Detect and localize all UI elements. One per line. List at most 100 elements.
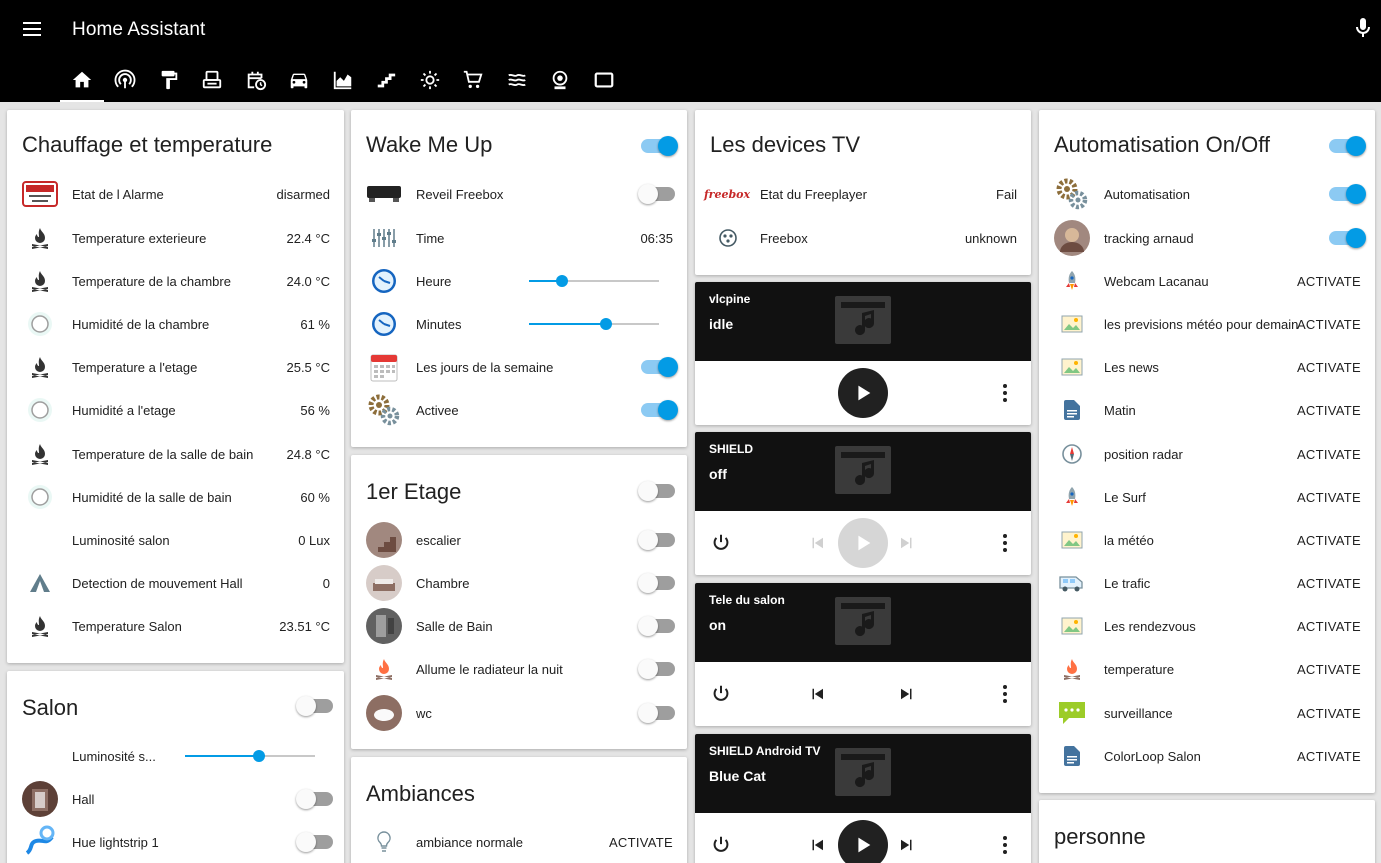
row-label: temperature [1104, 661, 1175, 677]
activate-button[interactable]: ACTIVATE [1297, 490, 1361, 505]
activate-button[interactable]: ACTIVATE [1297, 749, 1361, 764]
list-item[interactable]: freebox Etat du Freeplayer Fail [695, 174, 1031, 214]
switch-toggle[interactable] [638, 616, 675, 636]
activate-button[interactable]: ACTIVATE [1297, 533, 1361, 548]
brightness-slider[interactable] [185, 750, 315, 762]
switch-toggle[interactable] [641, 400, 678, 420]
more-options-icon[interactable] [993, 833, 1017, 857]
more-options-icon[interactable] [993, 531, 1017, 555]
list-item: Webcam Lacanau ACTIVATE [1039, 261, 1375, 301]
power-icon[interactable] [709, 833, 733, 857]
previous-track-icon[interactable] [805, 833, 829, 857]
power-icon[interactable] [709, 682, 733, 706]
printer-icon[interactable] [191, 58, 235, 102]
switch-toggle[interactable] [296, 832, 333, 852]
group-toggle[interactable] [296, 696, 333, 716]
list-item[interactable]: Humidité de la chambre 61 % [7, 304, 344, 344]
activate-button[interactable]: ACTIVATE [1297, 360, 1361, 375]
switch-toggle[interactable] [641, 357, 678, 377]
compass-icon [1054, 436, 1090, 472]
minutes-slider[interactable] [529, 318, 659, 330]
list-item[interactable]: Humidité de la salle de bain 60 % [7, 477, 344, 517]
card-title: Chauffage et temperature [22, 132, 273, 157]
activate-button[interactable]: ACTIVATE [1297, 274, 1361, 289]
tablet-icon[interactable] [582, 58, 626, 102]
switch-toggle[interactable] [1329, 184, 1366, 204]
menu-icon[interactable] [20, 18, 46, 42]
activate-button[interactable]: ACTIVATE [1297, 662, 1361, 677]
webcam-icon[interactable] [539, 58, 583, 102]
switch-toggle[interactable] [638, 573, 675, 593]
activate-button[interactable]: ACTIVATE [1297, 317, 1361, 332]
stairs-icon[interactable] [365, 58, 409, 102]
group-toggle[interactable] [641, 136, 678, 156]
row-label: ColorLoop Salon [1104, 748, 1201, 764]
list-item[interactable]: Etat de l Alarme disarmed [7, 174, 344, 214]
card-personne: personne [1039, 800, 1375, 863]
list-item[interactable]: Luminosité salon 0 Lux [7, 520, 344, 560]
view-tabs [60, 58, 626, 102]
list-item[interactable]: Temperature Salon 23.51 °C [7, 606, 344, 646]
list-item: Les jours de la semaine [351, 347, 687, 387]
hour-slider[interactable] [529, 275, 659, 287]
avatar [1054, 220, 1090, 256]
list-item: temperature ACTIVATE [1039, 649, 1375, 689]
calendar-clock-icon[interactable] [234, 58, 278, 102]
group-toggle[interactable] [638, 481, 675, 501]
row-value: 61 % [300, 316, 330, 332]
row-label: Time [416, 230, 445, 246]
play-button[interactable] [838, 368, 888, 418]
activate-button[interactable]: ACTIVATE [1297, 403, 1361, 418]
row-label: position radar [1104, 446, 1183, 462]
activate-button[interactable]: ACTIVATE [1297, 619, 1361, 634]
switch-toggle[interactable] [638, 530, 675, 550]
freebox-circle-icon [710, 220, 746, 256]
row-label: Humidité a l'etage [72, 402, 176, 418]
microphone-icon[interactable] [1351, 16, 1375, 44]
next-track-icon[interactable] [895, 682, 919, 706]
activate-button[interactable]: ACTIVATE [1297, 706, 1361, 721]
media-name: vlcpine [709, 292, 751, 306]
list-item[interactable]: Temperature exterieure 22.4 °C [7, 218, 344, 258]
next-track-icon[interactable] [895, 531, 919, 555]
list-item[interactable]: Temperature de la salle de bain 24.8 °C [7, 434, 344, 474]
movie-music-icon [835, 446, 891, 494]
paint-roller-icon[interactable] [147, 58, 191, 102]
switch-toggle[interactable] [638, 659, 675, 679]
previous-track-icon[interactable] [805, 682, 829, 706]
switch-toggle[interactable] [638, 184, 675, 204]
more-options-icon[interactable] [993, 682, 1017, 706]
car-icon[interactable] [278, 58, 322, 102]
card-salon: Salon Luminosité s... Hall Hue lightstri… [7, 671, 344, 863]
list-item: Automatisation [1039, 174, 1375, 214]
power-icon[interactable] [709, 531, 733, 555]
list-item[interactable]: Freebox unknown [695, 218, 1031, 258]
weather-icon[interactable] [408, 58, 452, 102]
list-item[interactable]: Humidité a l'etage 56 % [7, 390, 344, 430]
play-button[interactable] [838, 820, 888, 863]
list-item: wc [351, 693, 687, 733]
radar-icon[interactable] [104, 58, 148, 102]
list-item[interactable]: Temperature a l'etage 25.5 °C [7, 347, 344, 387]
waves-icon[interactable] [495, 58, 539, 102]
cart-icon[interactable] [452, 58, 496, 102]
activate-button[interactable]: ACTIVATE [1297, 447, 1361, 462]
home-icon[interactable] [60, 58, 104, 102]
group-toggle[interactable] [1329, 136, 1366, 156]
switch-toggle[interactable] [1329, 228, 1366, 248]
previous-track-icon[interactable] [805, 531, 829, 555]
switch-toggle[interactable] [296, 789, 333, 809]
activate-button[interactable]: ACTIVATE [609, 835, 673, 850]
more-options-icon[interactable] [993, 381, 1017, 405]
activate-button[interactable]: ACTIVATE [1297, 576, 1361, 591]
row-value: 06:35 [640, 230, 673, 246]
row-label: Hall [72, 791, 95, 807]
list-item[interactable]: Detection de mouvement Hall 0 [7, 563, 344, 603]
card-1er-etage: 1er Etage escalier Chambre Salle de Bain… [351, 455, 687, 749]
switch-toggle[interactable] [638, 703, 675, 723]
chart-area-icon[interactable] [321, 58, 365, 102]
play-button[interactable] [838, 518, 888, 568]
list-item[interactable]: Temperature de la chambre 24.0 °C [7, 261, 344, 301]
next-track-icon[interactable] [895, 833, 919, 857]
humidity-ring-icon [22, 306, 58, 342]
